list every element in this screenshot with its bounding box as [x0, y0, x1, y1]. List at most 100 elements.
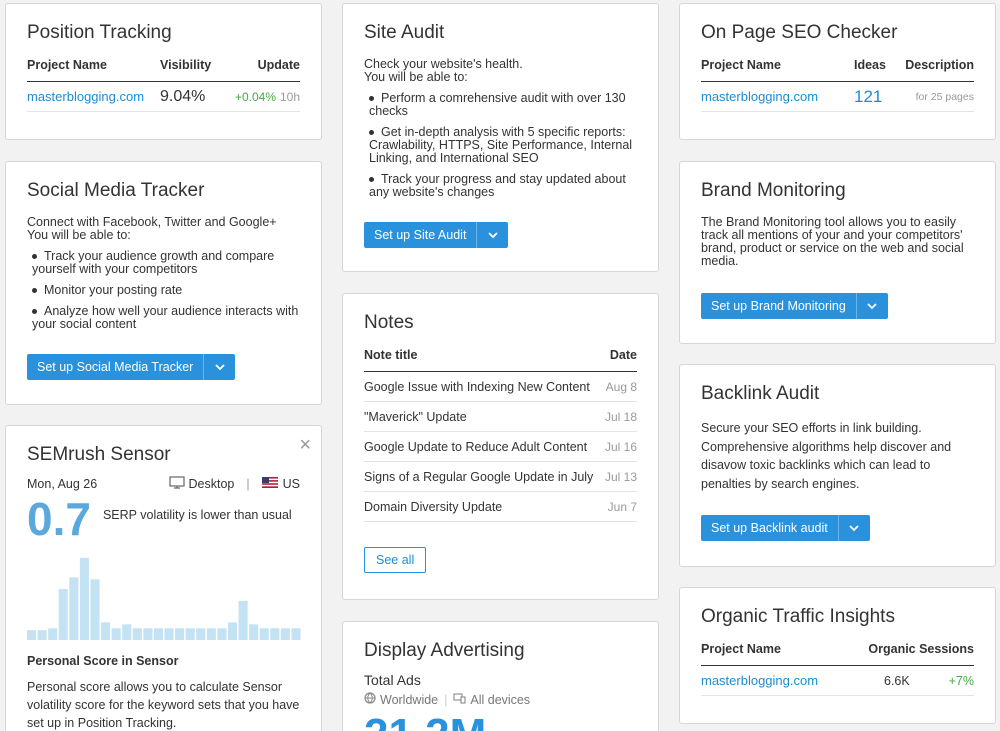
card-title: Brand Monitoring	[701, 180, 846, 201]
sensor-bar	[280, 628, 290, 640]
note-title[interactable]: Google Update to Reduce Adult Content	[364, 440, 605, 454]
list-item: Track your progress and stay updated abo…	[369, 172, 626, 199]
list-item: Monitor your posting rate	[27, 284, 300, 297]
sensor-bar	[111, 628, 121, 640]
sensor-bar	[270, 628, 280, 640]
table-row: masterblogging.com 121 for 25 pages	[701, 82, 974, 112]
intro-text-2: You will be able to:	[364, 70, 468, 84]
ads-filters: Worldwide | All devices	[364, 692, 637, 707]
on-page-seo-checker-card: On Page SEO Checker Project Name Ideas D…	[679, 3, 996, 140]
devices-selector[interactable]: All devices	[470, 693, 530, 707]
setup-brand-monitoring-button[interactable]: Set up Brand Monitoring	[701, 293, 888, 319]
card-title: Notes	[364, 312, 414, 333]
ideas-count[interactable]: 121	[854, 87, 904, 107]
project-link[interactable]: masterblogging.com	[701, 673, 884, 688]
feature-list: Track your audience growth and compare y…	[27, 250, 300, 331]
setup-site-audit-button[interactable]: Set up Site Audit	[364, 222, 509, 248]
personal-score-title: Personal Score in Sensor	[27, 654, 179, 668]
note-title[interactable]: Signs of a Regular Google Update in July	[364, 470, 605, 484]
note-date: Jun 7	[607, 499, 637, 514]
sensor-bar	[27, 630, 37, 640]
personal-score-text: Personal score allows you to calculate S…	[27, 680, 300, 730]
sensor-bar	[143, 628, 153, 640]
table-header: Project Name Visibility Update	[27, 58, 300, 82]
col-note-title: Note title	[364, 348, 418, 362]
brand-monitoring-card: Brand Monitoring The Brand Monitoring to…	[679, 161, 996, 344]
col-description: Description	[905, 58, 974, 72]
update-time: 10h	[279, 89, 300, 104]
country-selector[interactable]: US	[283, 477, 300, 491]
card-title: Position Tracking	[27, 22, 172, 43]
sensor-meta: Mon, Aug 26 Desktop | US	[27, 476, 300, 492]
sensor-bar	[58, 589, 68, 640]
table-row[interactable]: Google Issue with Indexing New Content A…	[364, 372, 637, 402]
card-title: Site Audit	[364, 22, 445, 43]
project-link[interactable]: masterblogging.com	[701, 89, 854, 104]
visibility-value: 9.04%	[160, 87, 206, 105]
chevron-down-icon[interactable]	[203, 354, 235, 380]
semrush-sensor-card: × SEMrush Sensor Mon, Aug 26 Desktop | U…	[5, 425, 322, 731]
backlink-audit-card: Backlink Audit Secure your SEO efforts i…	[679, 364, 996, 567]
table-row[interactable]: Signs of a Regular Google Update in July…	[364, 462, 637, 492]
description-text: Secure your SEO efforts in link building…	[701, 421, 952, 491]
card-title: Organic Traffic Insights	[701, 606, 895, 627]
note-title[interactable]: Google Issue with Indexing New Content	[364, 380, 606, 394]
list-item: Track your audience growth and compare y…	[32, 249, 275, 276]
col-organic-sessions: Organic Sessions	[868, 642, 974, 656]
intro-text-2: You will be able to:	[27, 228, 131, 242]
table-row[interactable]: Google Update to Reduce Adult Content Ju…	[364, 432, 637, 462]
position-tracking-card: Position Tracking Project Name Visibilit…	[5, 3, 322, 140]
sensor-bar	[90, 579, 100, 640]
total-ads-label: Total Ads	[364, 672, 421, 688]
card-title: SEMrush Sensor	[27, 444, 171, 465]
sensor-bar	[79, 557, 89, 640]
sensor-bar	[217, 628, 227, 640]
sensor-score-text: SERP volatility is lower than usual	[102, 508, 292, 522]
list-item: Perform a comrehensive audit with over 1…	[369, 91, 626, 118]
sensor-bar	[249, 624, 259, 640]
sensor-bar	[227, 622, 238, 640]
table-header: Note title Date	[364, 348, 637, 372]
sensor-bar	[175, 628, 185, 640]
see-all-button[interactable]: See all	[364, 547, 427, 573]
globe-icon	[364, 692, 376, 707]
sensor-bar	[185, 628, 195, 640]
chevron-down-icon[interactable]	[855, 293, 888, 319]
sensor-bar	[101, 622, 111, 640]
ideas-description: for 25 pages	[915, 90, 974, 103]
display-advertising-card: Display Advertising Total Ads Worldwide …	[342, 621, 659, 731]
note-title[interactable]: "Maverick" Update	[364, 410, 605, 424]
close-icon[interactable]: ×	[299, 434, 311, 457]
col-ideas: Ideas	[854, 58, 886, 72]
sensor-bar	[153, 628, 163, 640]
setup-social-media-button[interactable]: Set up Social Media Tracker	[27, 354, 236, 380]
table-row[interactable]: Domain Diversity Update Jun 7	[364, 492, 637, 522]
sensor-bar	[164, 628, 174, 640]
col-project-name: Project Name	[701, 58, 781, 72]
card-title: Social Media Tracker	[27, 180, 205, 201]
chevron-down-icon[interactable]	[476, 222, 508, 248]
sensor-bar	[259, 628, 269, 640]
sensor-bar	[132, 628, 142, 640]
organic-sessions-value: 6.6K	[884, 673, 910, 688]
table-row[interactable]: "Maverick" Update Jul 18	[364, 402, 637, 432]
chevron-down-icon[interactable]	[837, 515, 870, 541]
us-flag-icon	[261, 477, 278, 491]
description-text: The Brand Monitoring tool allows you to …	[701, 215, 964, 268]
region-selector[interactable]: Worldwide	[380, 693, 438, 707]
device-selector[interactable]: Desktop	[189, 477, 235, 491]
table-header: Project Name Organic Sessions	[701, 642, 974, 666]
sensor-bar-chart	[27, 557, 301, 640]
note-date: Jul 13	[604, 469, 637, 484]
project-link[interactable]: masterblogging.com	[27, 89, 160, 104]
list-item: Get in-depth analysis with 5 specific re…	[369, 125, 633, 165]
setup-backlink-audit-button[interactable]: Set up Backlink audit	[701, 515, 870, 541]
note-date: Aug 8	[605, 379, 637, 394]
notes-card: Notes Note title Date Google Issue with …	[342, 293, 659, 600]
note-title[interactable]: Domain Diversity Update	[364, 500, 608, 514]
sensor-bar	[48, 628, 58, 640]
col-visibility: Visibility	[160, 58, 212, 72]
sensor-score-row: 0.7 SERP volatility is lower than usual	[27, 496, 300, 542]
note-date: Jul 16	[604, 439, 637, 454]
card-title: Backlink Audit	[701, 383, 820, 404]
